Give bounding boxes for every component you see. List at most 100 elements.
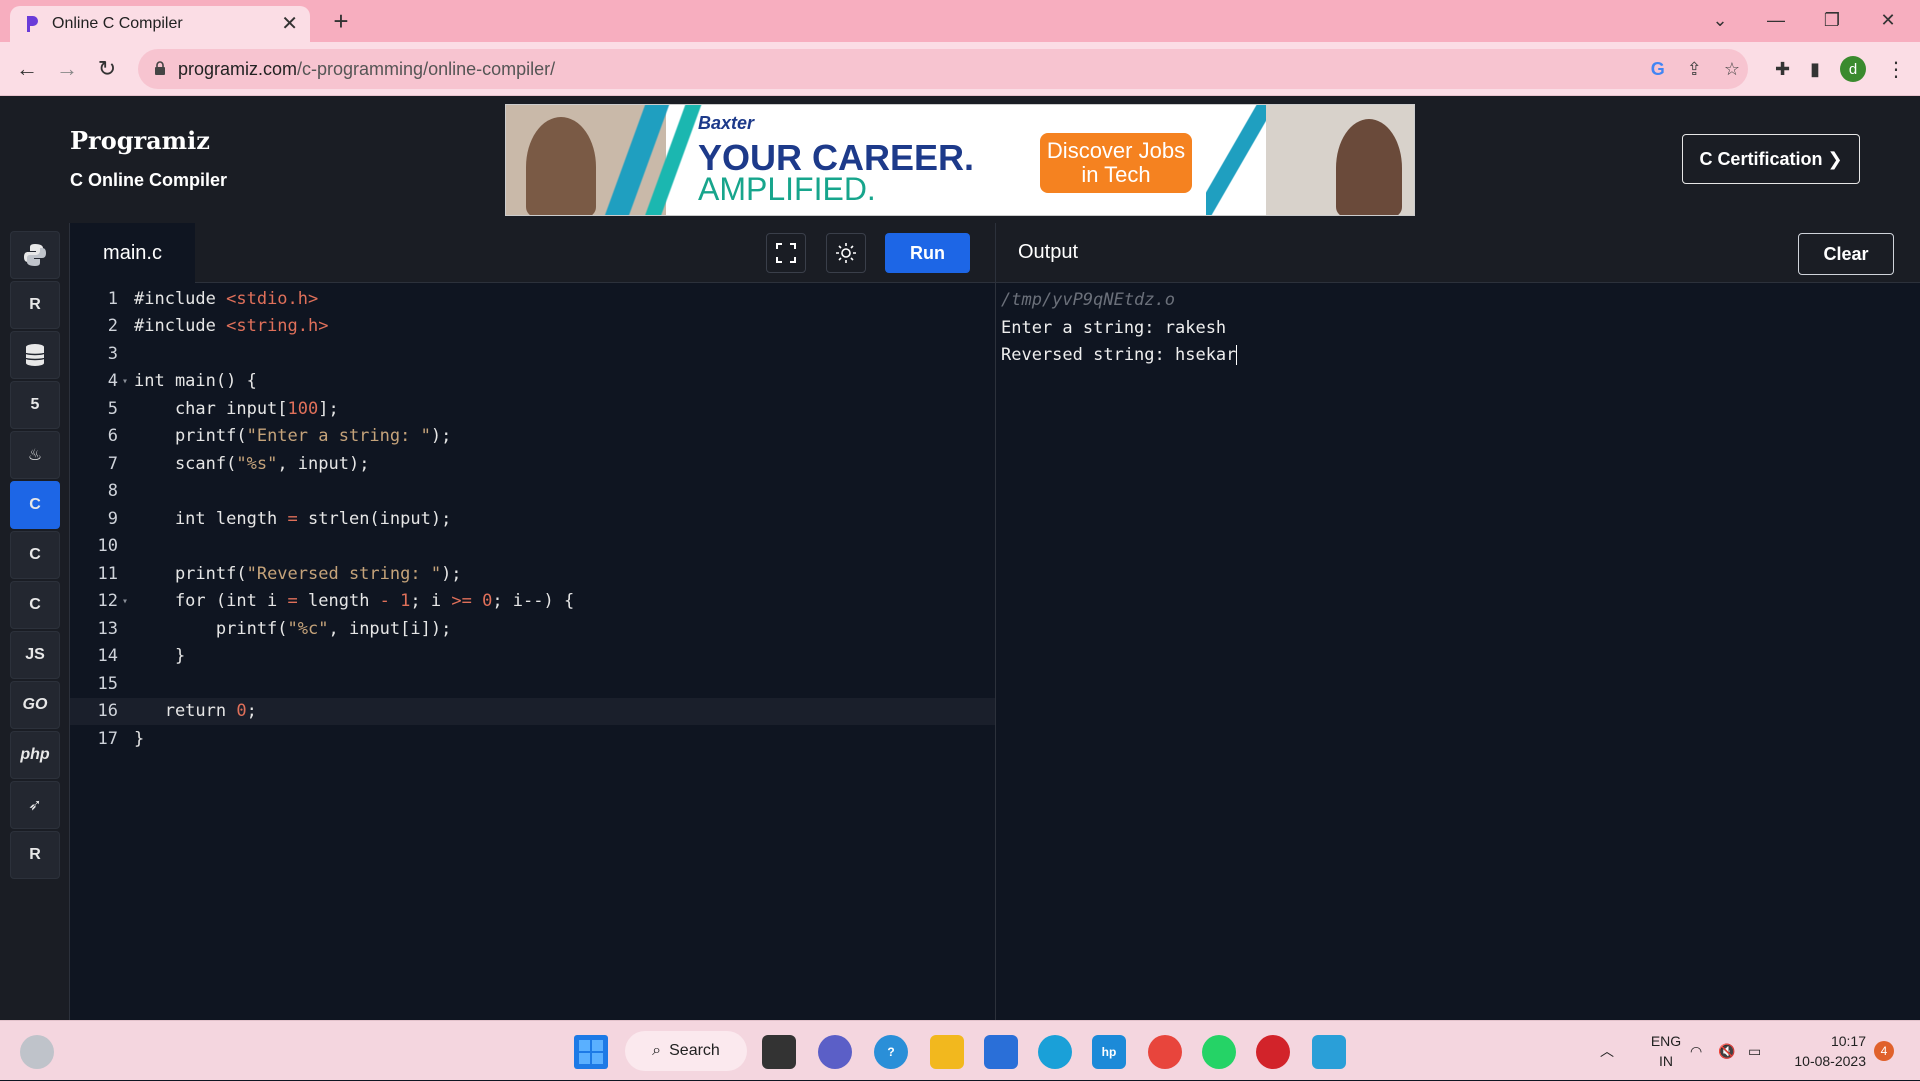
code-line[interactable]: 11 printf("Reversed string: "); [70,560,995,588]
file-explorer-icon[interactable] [930,1035,964,1069]
code-line[interactable]: 5 char input[100]; [70,395,995,423]
code-line[interactable]: 6 printf("Enter a string: "); [70,423,995,451]
csharp-language-icon[interactable]: C [10,581,60,629]
store-icon[interactable] [984,1035,1018,1069]
back-icon[interactable]: ← [12,54,42,84]
code-line[interactable]: 14 } [70,643,995,671]
programiz-logo[interactable]: Programiz [70,126,210,155]
code-line[interactable]: 1 #include <stdio.h> [70,285,995,313]
forward-icon[interactable]: → [52,54,82,84]
ad-banner[interactable]: Baxter YOUR CAREER. AMPLIFIED. Discover … [505,104,1415,216]
clear-button[interactable]: Clear [1798,233,1894,275]
edge-icon[interactable] [1038,1035,1072,1069]
wifi-icon[interactable]: ◠ [1690,1021,1702,1081]
tab-search-icon[interactable]: ⌄ [1692,0,1748,40]
line-number: 12 [97,591,118,612]
code-line[interactable]: 17} [70,725,995,753]
restore-icon[interactable]: ❐ [1804,0,1860,40]
code-line[interactable]: 9 int length = strlen(input); [70,505,995,533]
help-icon[interactable]: ? [874,1035,908,1069]
task-view-icon[interactable] [762,1035,796,1069]
browser-tab[interactable]: Online C Compiler ✕ [10,6,310,42]
security-app-icon[interactable] [1256,1035,1290,1069]
fold-arrow-icon[interactable]: ▾ [118,596,134,607]
ad-person-right [1336,119,1402,215]
chrome-icon[interactable] [1148,1035,1182,1069]
photos-icon[interactable] [1312,1035,1346,1069]
line-number: 15 [97,673,118,694]
c-certification-button[interactable]: C Certification ❯ [1682,134,1860,184]
code-line[interactable]: 12 ▾ for (int i = length - 1; i >= 0; i--… [70,588,995,616]
new-tab-icon[interactable]: + [326,6,356,36]
language-indicator[interactable]: ENG IN [1640,1031,1692,1071]
line-number: 6 [107,426,118,447]
weather-widget-icon[interactable] [20,1035,54,1069]
sql-database-icon[interactable] [10,331,60,379]
browser-tabstrip: Online C Compiler ✕ + ⌄ — ❐ ✕ [0,0,1920,42]
file-tab-main-c[interactable]: main.c [70,223,195,283]
code-line[interactable]: 10 [70,533,995,561]
code-line[interactable]: 8 [70,478,995,506]
output-console[interactable]: /tmp/yvP9qNEtdz.o Enter a string: rakesh… [995,283,1920,1020]
close-window-icon[interactable]: ✕ [1860,0,1916,40]
profile-avatar[interactable]: d [1840,56,1866,82]
code-line[interactable]: 4 ▾ int main() { [70,368,995,396]
code-line[interactable]: 13 printf("%c", input[i]); [70,615,995,643]
code-text: } [134,728,145,749]
python-language-icon[interactable] [10,231,60,279]
editor-toolbar: main.c Run [70,223,995,283]
rust-icon[interactable]: R [10,831,60,879]
theme-toggle-sun-icon[interactable] [826,233,866,273]
code-line[interactable]: 7 scanf("%s", input); [70,450,995,478]
code-text: printf("Reversed string: "); [134,563,462,584]
code-line[interactable]: 16 return 0; [70,697,995,725]
close-tab-icon[interactable]: ✕ [281,14,298,34]
taskbar-search[interactable]: ⌕ Search [625,1031,747,1071]
url-input[interactable]: programiz.com/c-programming/online-compi… [138,49,1748,89]
code-text: #include <stdio.h> [134,288,319,309]
whatsapp-icon[interactable] [1202,1035,1236,1069]
php-icon[interactable]: php [10,731,60,779]
menu-kebab-icon[interactable]: ⋮ [1886,57,1906,82]
search-icon: ⌕ [652,1042,662,1059]
run-button[interactable]: Run [885,233,970,273]
fold-arrow-icon[interactable]: ▾ [118,376,134,387]
side-panel-icon[interactable]: ▮ [1810,59,1820,80]
programiz-favicon-icon [24,15,40,33]
google-icon[interactable]: G [1651,59,1665,80]
battery-icon[interactable]: ▭ [1748,1021,1761,1081]
code-editor[interactable]: 1 #include <stdio.h> 2 #include <string.h> 3… [70,283,995,1020]
line-number: 2 [107,316,118,337]
reload-icon[interactable]: ↻ [92,54,122,84]
myhp-icon[interactable]: hp [1092,1035,1126,1069]
code-text: printf("%c", input[i]); [134,618,452,639]
code-line[interactable]: 2 #include <string.h> [70,313,995,341]
go-language-icon[interactable]: GO [10,681,60,729]
search-label: Search [669,1042,720,1059]
code-text: int length = strlen(input); [134,508,452,529]
share-icon[interactable]: ⇪ [1687,59,1702,80]
extensions-icon[interactable]: ✚ [1775,59,1790,80]
code-line[interactable]: 3 [70,340,995,368]
java-icon[interactable]: ♨ [10,431,60,479]
system-clock[interactable]: 10:17 10-08-2023 [1786,1031,1866,1071]
chat-icon[interactable] [818,1035,852,1069]
swift-icon[interactable]: ➶ [10,781,60,829]
code-line[interactable]: 15 [70,670,995,698]
line-number: 17 [97,728,118,749]
code-text: return 0; [134,701,257,722]
r-language-icon[interactable]: R [10,281,60,329]
show-hidden-icons-icon[interactable]: ︿ [1600,1021,1614,1081]
html5-icon[interactable]: 5 [10,381,60,429]
javascript-icon[interactable]: JS [10,631,60,679]
ad-cta-button[interactable]: Discover Jobs in Tech [1040,133,1192,193]
volume-muted-icon[interactable]: 🔇 [1718,1021,1735,1081]
cpp-language-icon[interactable]: C [10,531,60,579]
fullscreen-icon[interactable] [766,233,806,273]
notification-badge[interactable]: 4 [1874,1041,1894,1061]
bookmark-star-icon[interactable]: ☆ [1724,59,1740,80]
c-language-icon[interactable]: C [10,481,60,529]
minimize-icon[interactable]: — [1748,0,1804,40]
line-number: 1 [107,288,118,309]
windows-start-icon[interactable] [574,1035,608,1069]
